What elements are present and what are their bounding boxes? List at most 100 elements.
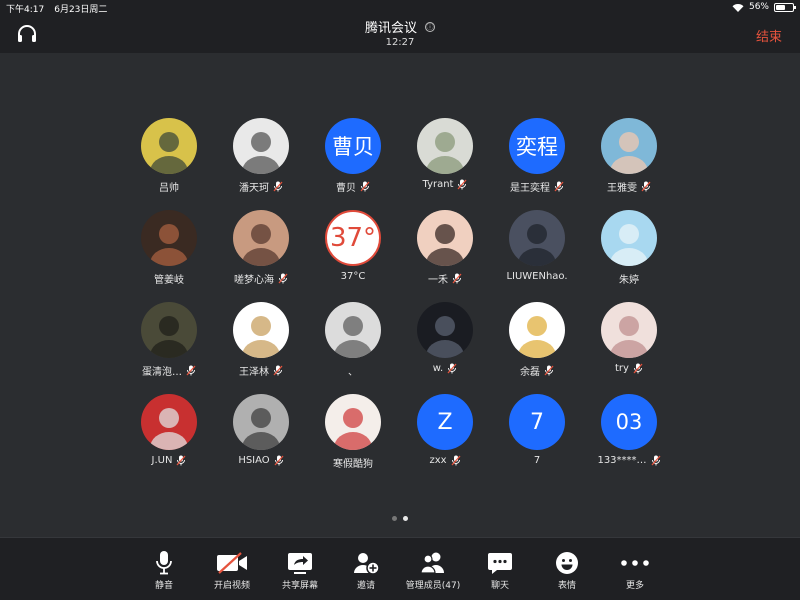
member-tile[interactable]: 嗟梦心海	[215, 210, 307, 288]
mic-off-icon	[278, 273, 288, 284]
member-name: 是王奕程	[510, 183, 550, 194]
avatar: 03	[601, 394, 657, 450]
member-name-row: 曹贝	[336, 179, 370, 194]
avatar-photo	[509, 210, 565, 266]
start-video-button[interactable]: 开启视频	[197, 550, 267, 591]
avatar	[601, 302, 657, 358]
member-tile[interactable]: Tyrant	[399, 118, 491, 196]
end-meeting-button[interactable]: 结束	[756, 26, 782, 45]
member-tile[interactable]: 吕帅	[123, 118, 215, 196]
member-name-row: 余磊	[520, 363, 554, 378]
share-screen-button[interactable]: 共享屏幕	[265, 550, 335, 591]
more-button[interactable]: 更多	[600, 550, 670, 591]
mic-off-icon	[633, 363, 643, 374]
member-name-row: LIUWENhao.	[506, 271, 567, 282]
invite-button[interactable]: 邀请	[331, 550, 401, 591]
member-tile[interactable]: 曹贝 曹贝	[307, 118, 399, 196]
member-tile[interactable]: Zzxx	[399, 394, 491, 472]
member-tile[interactable]: HSIAO	[215, 394, 307, 472]
member-tile[interactable]: 37° 37°C	[307, 210, 399, 288]
member-name: 、	[348, 367, 358, 378]
member-name: LIUWENhao.	[506, 271, 568, 282]
avatar	[141, 302, 197, 358]
members-icon	[418, 550, 448, 576]
member-name: 37°C	[340, 271, 366, 282]
avatar-photo	[601, 302, 657, 358]
member-tile[interactable]: 管姜岐	[123, 210, 215, 288]
avatar	[417, 118, 473, 174]
mic-off-icon	[451, 455, 461, 466]
member-name-row: 嗟梦心海	[234, 271, 288, 286]
mic-off-icon	[457, 179, 467, 190]
status-bar: 下午4:17 6月23日周二 56%	[0, 0, 800, 16]
member-name: 朱婷	[619, 275, 639, 286]
member-name: 133****…	[597, 455, 647, 466]
member-tile[interactable]: 寒假酷狗	[307, 394, 399, 472]
member-name: w.	[432, 363, 444, 374]
avatar: 奕程	[509, 118, 565, 174]
avatar	[509, 302, 565, 358]
member-name-row: 7	[534, 455, 540, 466]
share-label: 共享屏幕	[281, 581, 318, 591]
member-tile[interactable]: 77	[491, 394, 583, 472]
member-tile[interactable]: 蛋清泡…	[123, 302, 215, 380]
chat-button[interactable]: 聊天	[465, 550, 535, 591]
avatar-photo	[325, 302, 381, 358]
member-name: J.UN	[151, 455, 173, 466]
member-name: HSIAO	[238, 455, 270, 466]
member-name: 嗟梦心海	[234, 275, 274, 286]
member-tile[interactable]: w.	[399, 302, 491, 380]
manage-members-button[interactable]: 管理成员(47)	[398, 550, 468, 591]
member-tile[interactable]: 一禾	[399, 210, 491, 288]
member-tile[interactable]: 潘天珂	[215, 118, 307, 196]
meeting-duration: 12:27	[385, 37, 415, 48]
avatar-photo	[141, 118, 197, 174]
emoji-label: 表情	[557, 581, 576, 591]
avatar	[141, 210, 197, 266]
avatar	[233, 118, 289, 174]
member-name-row: zxx	[429, 455, 461, 466]
avatar	[141, 118, 197, 174]
member-name-row: 37°C	[341, 271, 366, 282]
chat-icon	[487, 550, 513, 576]
mic-off-icon	[360, 181, 370, 192]
mic-off-icon	[273, 181, 283, 192]
member-tile[interactable]: 王泽林	[215, 302, 307, 380]
avatar	[601, 210, 657, 266]
mic-off-icon	[447, 363, 457, 374]
member-tile[interactable]: LIUWENhao.	[491, 210, 583, 288]
member-name: 王雅雯	[607, 183, 637, 194]
member-name-row: 王雅雯	[607, 179, 651, 194]
avatar	[141, 394, 197, 450]
emoji-button[interactable]: 表情	[532, 550, 602, 591]
avatar-photo	[233, 118, 289, 174]
member-tile[interactable]: 王雅雯	[583, 118, 675, 196]
member-tile[interactable]: 03 133****…	[583, 394, 675, 472]
avatar	[601, 118, 657, 174]
member-tile[interactable]: 、	[307, 302, 399, 380]
avatar-photo	[141, 210, 197, 266]
member-tile[interactable]: 余磊	[491, 302, 583, 380]
member-tile[interactable]: 奕程 是王奕程	[491, 118, 583, 196]
member-name-row: 、	[348, 363, 358, 378]
avatar-photo	[141, 394, 197, 450]
page-dot[interactable]	[392, 516, 397, 521]
member-name: 7	[533, 455, 541, 466]
page-dot[interactable]	[403, 516, 408, 521]
mute-button[interactable]: 静音	[129, 550, 199, 591]
info-icon[interactable]: ⓘ	[425, 21, 435, 32]
member-name: 吕帅	[159, 183, 179, 194]
wifi-icon	[732, 3, 744, 12]
member-name-row: 是王奕程	[510, 179, 564, 194]
avatar: 曹贝	[325, 118, 381, 174]
member-tile[interactable]: 朱婷	[583, 210, 675, 288]
member-tile[interactable]: J.UN	[123, 394, 215, 472]
mic-off-icon	[554, 181, 564, 192]
avatar	[325, 394, 381, 450]
member-name-row: 潘天珂	[239, 179, 283, 194]
member-name: try	[615, 363, 629, 374]
status-time: 下午4:17	[6, 5, 45, 15]
avatar-photo	[509, 302, 565, 358]
member-name-row: 蛋清泡…	[142, 363, 196, 378]
member-tile[interactable]: try	[583, 302, 675, 380]
